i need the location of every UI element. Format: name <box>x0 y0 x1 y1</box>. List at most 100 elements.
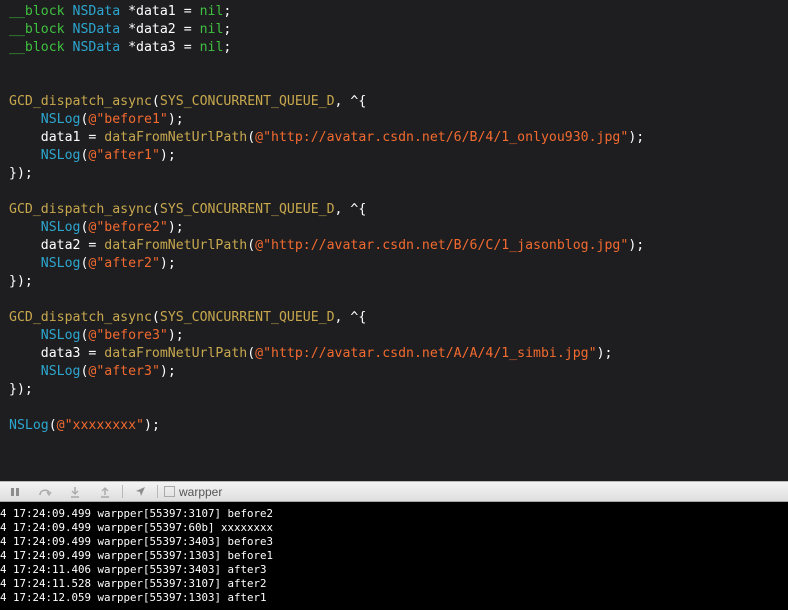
console-log-line: 4 17:24:11.528 warpper[55397:3107] after… <box>0 577 267 590</box>
console-log-line: 4 17:24:09.499 warpper[55397:60b] xxxxxx… <box>0 521 274 534</box>
code-token: @"http://avatar.csdn.net/B/6/C/1_jasonbl… <box>255 238 629 253</box>
code-line: GCD_dispatch_async(SYS_CONCURRENT_QUEUE_… <box>9 201 366 219</box>
code-line: NSLog(@"xxxxxxxx"); <box>9 417 160 435</box>
code-line: data1 = dataFromNetUrlPath(@"http://avat… <box>9 129 644 147</box>
code-token: __block <box>9 22 65 37</box>
code-token: ); <box>159 364 176 379</box>
code-token: @"http://avatar.csdn.net/A/A/4/1_simbi.j… <box>255 346 597 361</box>
code-token: ; <box>223 4 232 19</box>
code-token: NSLog <box>40 364 81 379</box>
code-token: NSLog <box>9 418 49 433</box>
code-token: nil <box>199 22 224 37</box>
code-token: __block <box>9 4 65 19</box>
code-line: NSLog(@"before2"); <box>9 219 184 237</box>
step-over-icon[interactable] <box>30 482 60 501</box>
toolbar-divider <box>122 485 123 498</box>
code-token: ; <box>223 22 232 37</box>
code-line: }); <box>9 381 33 399</box>
console-log-line: 4 17:24:09.499 warpper[55397:3107] befor… <box>0 507 274 520</box>
code-token: ); <box>167 328 184 343</box>
code-token: ( <box>247 346 256 361</box>
code-token: @"after2" <box>88 256 160 271</box>
code-token: @"xxxxxxxx" <box>56 418 144 433</box>
target-label[interactable]: warpper <box>179 485 222 499</box>
code-token: GCD_dispatch_async <box>9 202 152 217</box>
code-token: @"after1" <box>88 148 160 163</box>
code-token: ); <box>628 130 645 145</box>
code-token: ( <box>247 238 256 253</box>
code-token: @"before2" <box>88 220 168 235</box>
code-token: ( <box>151 202 160 217</box>
console-log-line: 4 17:24:09.499 warpper[55397:3403] befor… <box>0 535 274 548</box>
code-token: GCD_dispatch_async <box>9 310 152 325</box>
code-token: NSLog <box>40 148 81 163</box>
code-line: NSLog(@"after2"); <box>9 255 176 273</box>
code-token: @"after3" <box>88 364 160 379</box>
code-token: @"before3" <box>88 328 168 343</box>
code-token: SYS_CONCURRENT_QUEUE_D <box>159 202 335 217</box>
code-token: dataFromNetUrlPath <box>104 346 248 361</box>
code-token: ); <box>628 238 645 253</box>
code-token: }); <box>9 382 33 397</box>
console-log-line: 4 17:24:09.499 warpper[55397:1303] befor… <box>0 549 274 562</box>
code-token: GCD_dispatch_async <box>9 94 152 109</box>
target-icon <box>164 486 175 497</box>
code-token: *data2 = <box>120 22 200 37</box>
code-token: @"http://avatar.csdn.net/6/B/4/1_onlyou9… <box>255 130 629 145</box>
code-token: data2 = <box>9 238 105 253</box>
code-token: ( <box>48 418 57 433</box>
code-line: NSLog(@"after3"); <box>9 363 176 381</box>
code-token: NSData <box>72 40 121 55</box>
code-token: data1 = <box>9 130 105 145</box>
code-line: GCD_dispatch_async(SYS_CONCURRENT_QUEUE_… <box>9 93 366 111</box>
code-token: ( <box>151 94 160 109</box>
debug-toolbar: warpper <box>0 481 788 502</box>
code-token: dataFromNetUrlPath <box>104 238 248 253</box>
code-line: data2 = dataFromNetUrlPath(@"http://avat… <box>9 237 644 255</box>
step-into-icon[interactable] <box>60 482 90 501</box>
code-token: dataFromNetUrlPath <box>104 130 248 145</box>
code-line: GCD_dispatch_async(SYS_CONCURRENT_QUEUE_… <box>9 309 366 327</box>
code-token: NSLog <box>40 328 81 343</box>
console-log-line: 4 17:24:12.059 warpper[55397:1303] after… <box>0 591 267 604</box>
code-token: nil <box>199 4 224 19</box>
code-line: __block NSData *data2 = nil; <box>9 21 231 39</box>
step-out-icon[interactable] <box>90 482 120 501</box>
code-line: __block NSData *data3 = nil; <box>9 39 231 57</box>
code-token: NSData <box>72 4 121 19</box>
code-token: *data3 = <box>120 40 200 55</box>
code-token: ( <box>151 310 160 325</box>
code-line: }); <box>9 273 33 291</box>
code-token: NSLog <box>40 220 81 235</box>
code-token: @"before1" <box>88 112 168 127</box>
code-line: NSLog(@"before3"); <box>9 327 184 345</box>
code-token: ); <box>596 346 613 361</box>
code-token: SYS_CONCURRENT_QUEUE_D <box>159 94 335 109</box>
code-token: nil <box>199 40 224 55</box>
code-line: NSLog(@"after1"); <box>9 147 176 165</box>
code-token: data3 = <box>9 346 105 361</box>
code-token: , ^{ <box>334 202 367 217</box>
code-token: ); <box>159 256 176 271</box>
code-token: *data1 = <box>120 4 200 19</box>
toolbar-divider <box>157 485 158 498</box>
code-token: ; <box>223 40 232 55</box>
location-icon[interactable] <box>125 482 155 501</box>
code-token: , ^{ <box>334 94 367 109</box>
debug-console[interactable]: 4 17:24:09.499 warpper[55397:3107] befor… <box>0 502 788 610</box>
code-token: NSLog <box>40 112 81 127</box>
code-token: ); <box>167 112 184 127</box>
code-token: NSData <box>72 22 121 37</box>
code-editor[interactable]: __block NSData *data1 = nil; __block NSDa… <box>0 0 788 481</box>
code-token: ); <box>159 148 176 163</box>
code-token: NSLog <box>40 256 81 271</box>
code-token: ( <box>247 130 256 145</box>
pause-icon[interactable] <box>0 482 30 501</box>
code-line: NSLog(@"before1"); <box>9 111 184 129</box>
